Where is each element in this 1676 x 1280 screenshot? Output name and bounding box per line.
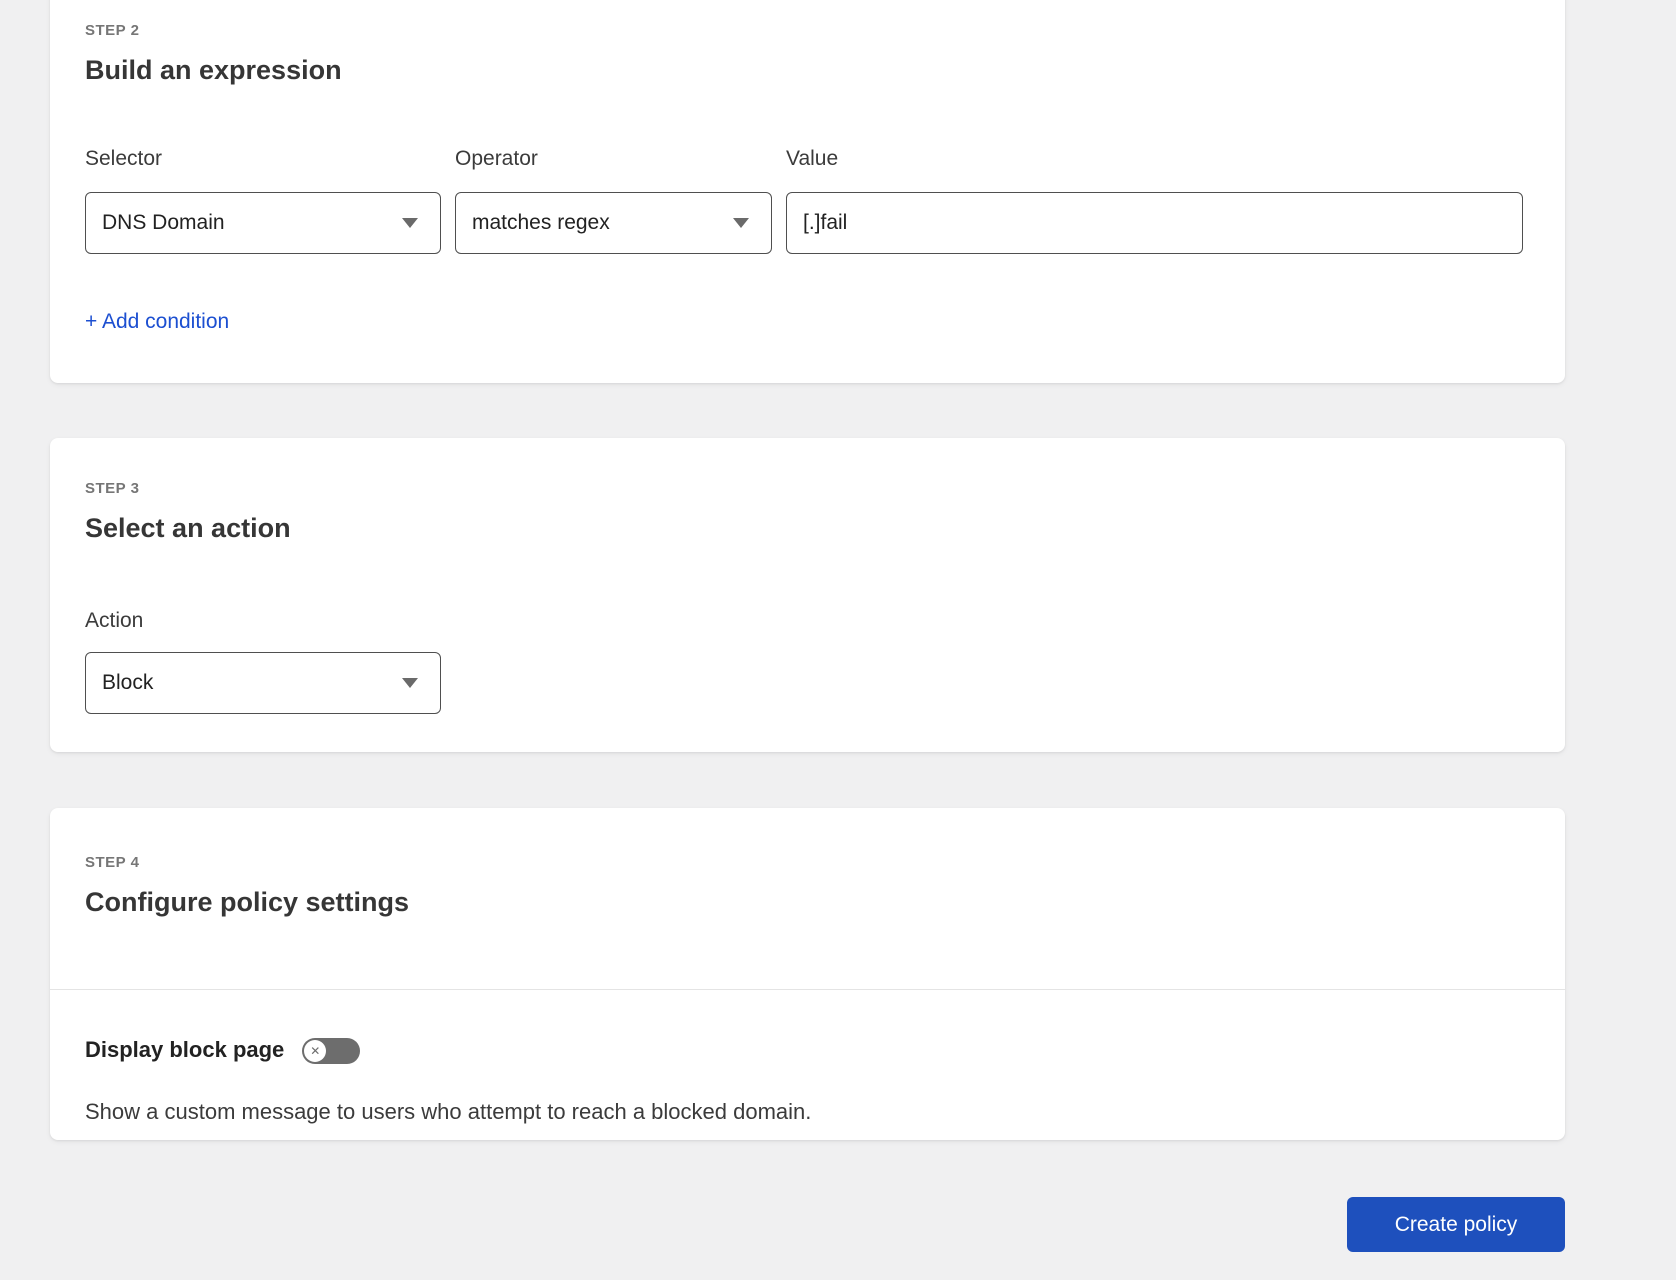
expression-fields-row: Selector DNS Domain Operator matches reg…: [85, 146, 1523, 254]
operator-dropdown[interactable]: matches regex: [455, 192, 772, 254]
add-condition-link[interactable]: + Add condition: [85, 310, 229, 334]
step-3-label: STEP 3: [85, 480, 140, 497]
action-label: Action: [85, 609, 144, 632]
create-policy-button[interactable]: Create policy: [1347, 1197, 1565, 1252]
select-action-title: Select an action: [85, 513, 291, 543]
display-block-page-label: Display block page: [85, 1037, 285, 1063]
policy-settings-title: Configure policy settings: [85, 887, 410, 917]
policy-settings-card: STEP 4 Configure policy settings Display…: [50, 808, 1565, 1140]
display-block-page-row: Display block page ✕: [85, 1036, 1523, 1065]
selector-dropdown-value: DNS Domain: [102, 211, 225, 234]
operator-field: Operator matches regex: [455, 146, 772, 254]
chevron-down-icon: [402, 218, 418, 228]
selector-label: Selector: [85, 147, 163, 170]
value-field: Value: [786, 146, 1523, 254]
value-label: Value: [786, 147, 839, 170]
operator-dropdown-value: matches regex: [472, 211, 610, 234]
selector-dropdown[interactable]: DNS Domain: [85, 192, 441, 254]
action-dropdown[interactable]: Block: [85, 652, 441, 714]
display-block-page-toggle[interactable]: ✕: [302, 1038, 361, 1065]
step-2-label: STEP 2: [85, 22, 140, 39]
build-expression-title: Build an expression: [85, 55, 342, 85]
action-dropdown-value: Block: [102, 671, 154, 694]
selector-field: Selector DNS Domain: [85, 146, 441, 254]
operator-label: Operator: [455, 147, 538, 170]
value-input[interactable]: [786, 192, 1523, 254]
step-4-label: STEP 4: [85, 854, 140, 871]
policy-settings-body: Display block page ✕ Show a custom messa…: [50, 990, 1565, 1126]
display-block-page-description: Show a custom message to users who attem…: [85, 1099, 812, 1125]
policy-settings-header: STEP 4 Configure policy settings: [50, 808, 1565, 991]
select-action-card: STEP 3 Select an action Action Block: [50, 438, 1565, 752]
toggle-off-x-icon: ✕: [304, 1040, 327, 1063]
build-expression-card: STEP 2 Build an expression Selector DNS …: [50, 0, 1565, 383]
chevron-down-icon: [733, 218, 749, 228]
chevron-down-icon: [402, 678, 418, 688]
